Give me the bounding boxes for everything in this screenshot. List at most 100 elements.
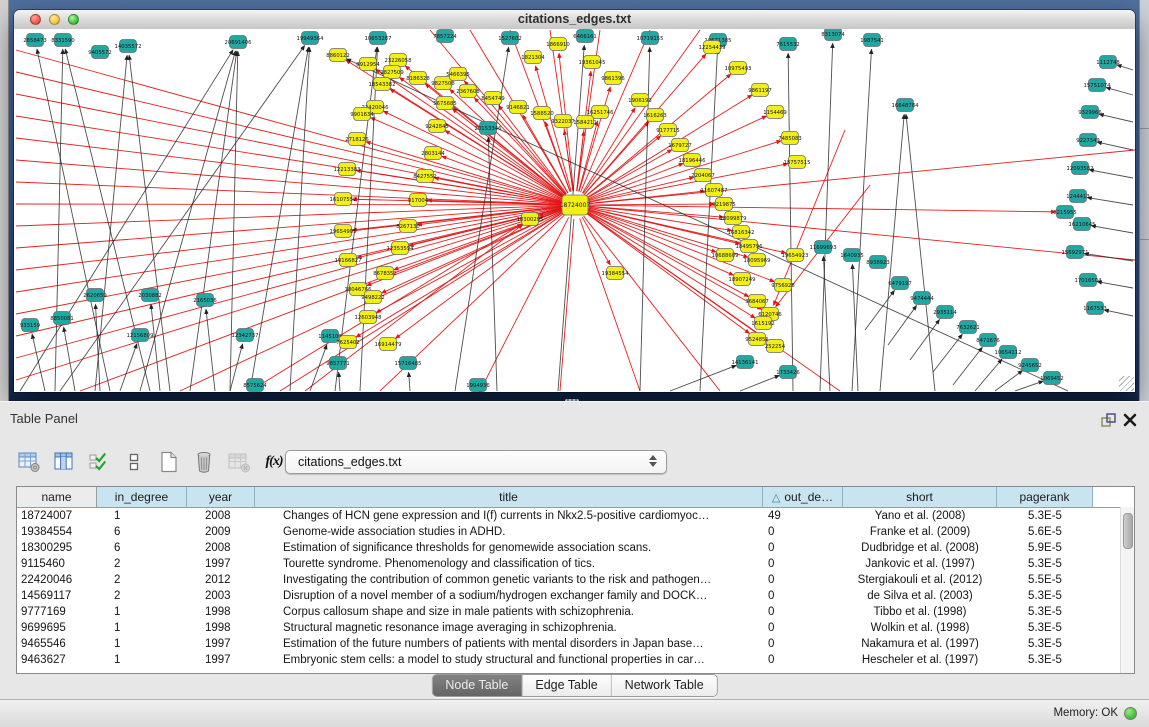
table-row[interactable]: 977716911998Corpus callosum shape and si…	[17, 604, 1134, 620]
graph-node[interactable]: 2165036	[193, 294, 217, 307]
graph-node[interactable]: 8471676	[976, 334, 1000, 347]
graph-node[interactable]: 2030882	[138, 289, 162, 302]
graph-node[interactable]: 9146821	[506, 101, 530, 114]
graph-node[interactable]: 16210645	[1069, 218, 1096, 231]
graph-node[interactable]: 8850081	[50, 312, 74, 325]
graph-node[interactable]: 9861396	[601, 72, 625, 85]
window-resize-grip[interactable]	[1119, 376, 1134, 391]
graph-node[interactable]: 16914479	[375, 338, 402, 351]
graph-node[interactable]: 15692971	[1062, 246, 1089, 259]
graph-node[interactable]: 18099879	[720, 212, 747, 225]
graph-node[interactable]: 8678352	[373, 267, 397, 280]
graph-node[interactable]: 12342737	[232, 329, 259, 342]
graph-node[interactable]: 9329966	[1078, 106, 1102, 119]
table-row[interactable]: 1830029562008Estimation of significance …	[17, 540, 1134, 556]
table-row[interactable]: 1938455462009Genome-wide association stu…	[17, 524, 1134, 540]
graph-node[interactable]: 1615192	[751, 317, 775, 330]
graph-node[interactable]: 2620659	[83, 289, 107, 302]
graph-node[interactable]: 15716485	[395, 357, 422, 370]
graph-node[interactable]: 8186328	[406, 72, 430, 85]
graph-node[interactable]: 12156809	[127, 329, 154, 342]
network-window-titlebar[interactable]: citations_edges.txt	[14, 10, 1135, 30]
graph-node[interactable]: 9405572	[88, 46, 112, 59]
graph-node[interactable]: 20691406	[225, 36, 253, 49]
graph-node[interactable]: 10975493	[725, 62, 752, 75]
graph-node[interactable]: 7485083	[778, 132, 802, 145]
graph-node[interactable]: 7857224	[433, 30, 457, 43]
close-window-icon[interactable]	[30, 14, 41, 25]
graph-node[interactable]: 1588520	[530, 107, 554, 120]
graph-node[interactable]: 9827509	[380, 66, 404, 79]
zoom-window-icon[interactable]	[68, 14, 79, 25]
graph-node[interactable]: 1527602	[498, 32, 522, 45]
graph-node[interactable]: 18196446	[679, 154, 707, 167]
graph-node[interactable]: 10688609	[712, 249, 739, 262]
tab-edge-table[interactable]: Edge Table	[522, 675, 611, 696]
graph-node[interactable]: 2658473	[23, 34, 47, 47]
graph-node[interactable]: 11607487	[701, 184, 728, 197]
network-canvas[interactable]: 1872400726584738331590940557214035572206…	[14, 29, 1135, 392]
column-header-pagerank[interactable]: pagerank	[997, 487, 1093, 507]
graph-node[interactable]: 1906193	[628, 94, 652, 107]
graph-node[interactable]: 3684067	[745, 295, 769, 308]
graph-node[interactable]: 17016504	[1075, 274, 1103, 287]
scrollbar-thumb[interactable]	[1123, 513, 1133, 549]
tab-network-table[interactable]: Network Table	[612, 675, 717, 696]
graph-node[interactable]: 6479197	[888, 277, 912, 290]
graph-node[interactable]: 1987541	[860, 34, 884, 47]
graph-node[interactable]: 14035572	[115, 40, 142, 53]
graph-node[interactable]: 12213383	[334, 163, 361, 176]
graph-node[interactable]: 18095969	[744, 254, 771, 267]
graph-node[interactable]: 1112748	[1096, 56, 1120, 69]
column-header-out_degree[interactable]: △out_de…	[763, 487, 843, 507]
graph-node[interactable]: 917004	[408, 194, 429, 207]
column-header-in_degree[interactable]: in_degree	[97, 487, 187, 507]
column-header-year[interactable]: year	[187, 487, 255, 507]
graph-node[interactable]: 933159	[20, 319, 40, 332]
table-row[interactable]: 1872400712008Changes of HCN gene express…	[17, 508, 1134, 524]
float-panel-icon[interactable]	[1099, 411, 1117, 429]
graph-node[interactable]: 9857771	[326, 357, 350, 370]
graph-node[interactable]: 15751074	[1084, 79, 1112, 92]
graph-node[interactable]: 1244413	[1066, 190, 1090, 203]
graph-node[interactable]: 1733426	[776, 366, 800, 379]
table-mode-icon[interactable]	[16, 449, 42, 475]
row-height-icon[interactable]	[121, 449, 147, 475]
graph-node[interactable]: 9177715	[656, 124, 680, 137]
table-row[interactable]: 946362711997Embryonic stem cells: a mode…	[17, 652, 1134, 668]
graph-node[interactable]: 8860122	[326, 49, 350, 62]
graph-node[interactable]: 19949364	[297, 32, 325, 45]
graph-node[interactable]: 10654112	[995, 346, 1022, 359]
graph-node[interactable]: 9474444	[910, 292, 934, 305]
graph-node[interactable]: 18757515	[784, 156, 811, 169]
delete-table-icon[interactable]	[226, 449, 252, 475]
tab-node-table[interactable]: Node Table	[432, 675, 522, 696]
graph-node[interactable]: 9219875	[712, 198, 736, 211]
graph-node[interactable]: 2935114	[933, 306, 957, 319]
graph-node[interactable]: 16107552	[330, 193, 357, 206]
graph-node[interactable]: 11699693	[810, 241, 837, 254]
graph-node[interactable]: 252254	[765, 340, 786, 353]
select-rows-icon[interactable]	[86, 449, 112, 475]
graph-node[interactable]: 19654905	[330, 225, 357, 238]
function-builder-icon[interactable]: f(x)	[261, 449, 287, 475]
table-row[interactable]: 946554611997Estimation of the future num…	[17, 636, 1134, 652]
graph-node[interactable]: 1069452	[1040, 372, 1064, 385]
graph-node[interactable]: 1584211	[573, 116, 597, 129]
graph-node[interactable]: 9245652	[1018, 359, 1042, 372]
graph-node[interactable]: 9498222	[361, 291, 385, 304]
graph-node[interactable]: 19654923	[782, 249, 809, 262]
graph-node[interactable]: 5466395	[446, 68, 470, 81]
graph-node[interactable]: 23226058	[385, 54, 413, 67]
column-header-title[interactable]: title	[255, 487, 763, 507]
graph-node[interactable]: 5675685	[433, 97, 457, 110]
graph-node[interactable]: 8454749	[481, 92, 505, 105]
table-row[interactable]: 911546021997Tourette syndrome. Phenomeno…	[17, 556, 1134, 572]
graph-node[interactable]: 8331590	[51, 34, 75, 47]
graph-node[interactable]: 1167533	[1083, 302, 1107, 315]
graph-node[interactable]: 10653287	[365, 32, 392, 45]
graph-node[interactable]: 9322037	[551, 115, 575, 128]
table-selector-dropdown[interactable]: citations_edges.txt	[285, 450, 667, 474]
new-column-icon[interactable]	[156, 449, 182, 475]
graph-node[interactable]: 8215955	[1053, 206, 1077, 219]
